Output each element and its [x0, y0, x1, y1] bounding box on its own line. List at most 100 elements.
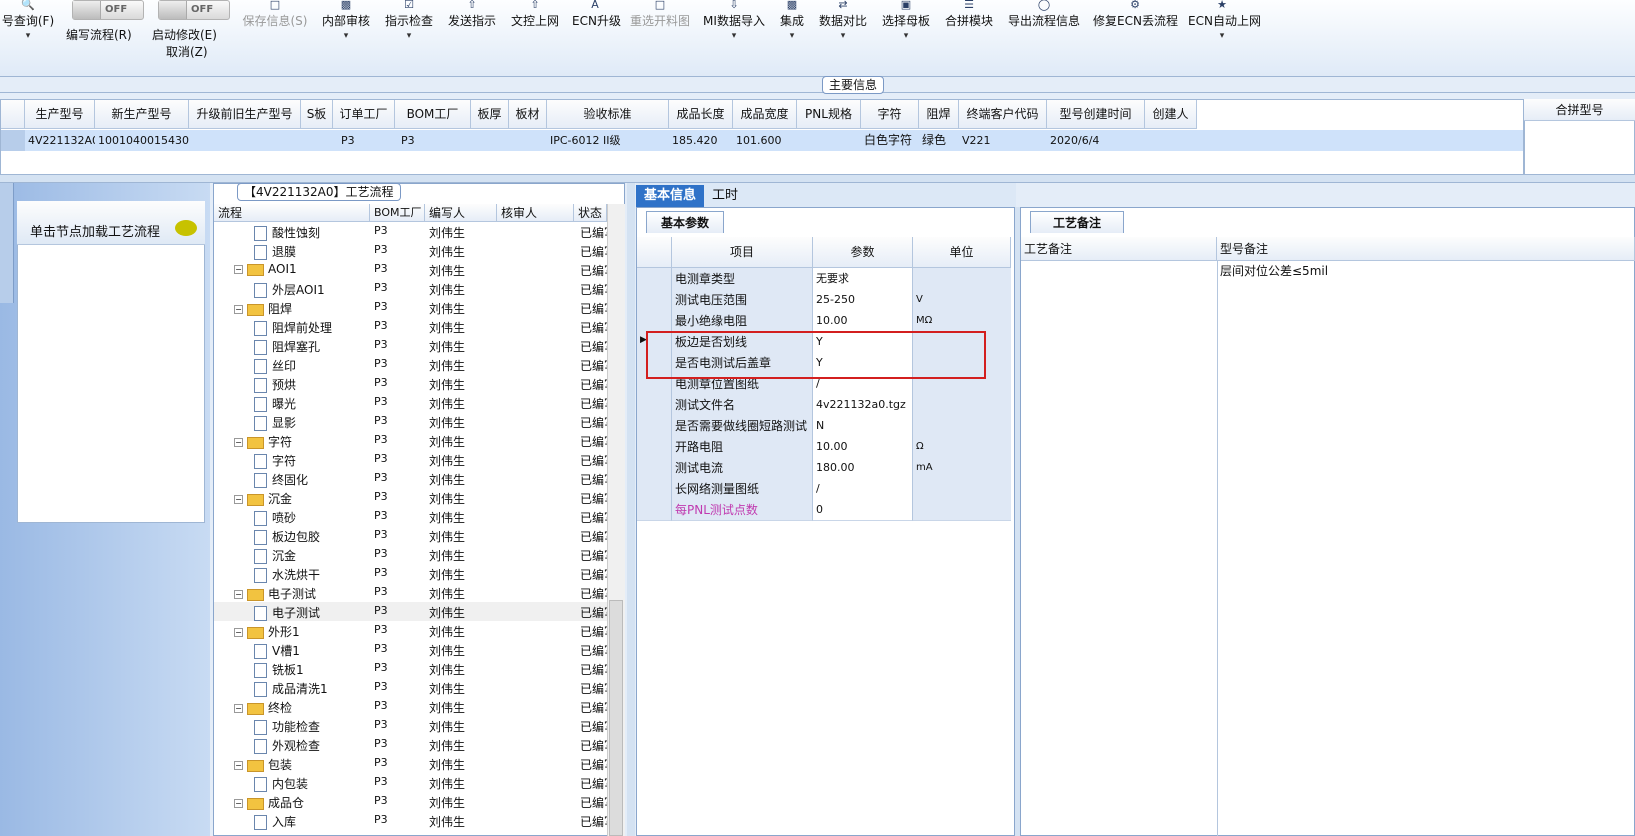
table-cell[interactable]: [189, 130, 301, 151]
save-info-button[interactable]: □ 保存信息(S): [240, 0, 310, 29]
param-value-cell[interactable]: 10.00: [813, 436, 913, 458]
table-cell[interactable]: 185.420: [669, 130, 733, 151]
collapse-icon[interactable]: −: [234, 628, 243, 637]
param-value-cell[interactable]: 4v221132a0.tgz: [813, 394, 913, 416]
edit-flow-toggle[interactable]: OFF: [72, 0, 144, 20]
tree-row[interactable]: − 包装 P3 刘伟生 已编写: [214, 754, 607, 773]
tab-work-hours[interactable]: 工时: [704, 185, 746, 207]
column-header[interactable]: 项目: [672, 237, 813, 268]
tree-row[interactable]: 丝印 P3 刘伟生 已编写: [214, 355, 607, 374]
integrate-button[interactable]: ▩ 集成 ▾: [777, 0, 807, 41]
row-header[interactable]: [637, 310, 672, 332]
column-header[interactable]: PNL规格: [797, 100, 861, 129]
collapse-icon[interactable]: −: [234, 305, 243, 314]
column-header[interactable]: S板: [301, 100, 333, 129]
column-header[interactable]: 状态: [574, 204, 607, 222]
tree-row[interactable]: 入库 P3 刘伟生 已编写: [214, 811, 607, 830]
tab-basic-params[interactable]: 基本参数: [646, 211, 725, 233]
column-header[interactable]: 流程: [214, 204, 370, 222]
tree-row[interactable]: − 成品仓 P3 刘伟生 已编写: [214, 792, 607, 811]
column-header[interactable]: 生产型号: [25, 100, 95, 129]
table-cell[interactable]: [797, 130, 861, 151]
table-cell[interactable]: [1145, 130, 1197, 151]
row-header[interactable]: [637, 499, 672, 521]
middle-splitter[interactable]: [627, 183, 635, 836]
column-header[interactable]: 阻焊: [919, 100, 959, 129]
tree-row[interactable]: 曝光 P3 刘伟生 已编写: [214, 393, 607, 412]
column-header[interactable]: BOM工厂: [370, 204, 425, 222]
tree-row[interactable]: 铣板1 P3 刘伟生 已编写: [214, 659, 607, 678]
table-cell[interactable]: 白色字符: [861, 130, 919, 151]
collapse-icon[interactable]: −: [234, 761, 243, 770]
column-header[interactable]: 成品宽度: [733, 100, 797, 129]
tree-row[interactable]: 喷砂 P3 刘伟生 已编写: [214, 507, 607, 526]
row-header[interactable]: [637, 394, 672, 416]
column-header[interactable]: 编写人: [425, 204, 497, 222]
tree-row[interactable]: 阻焊塞孔 P3 刘伟生 已编写: [214, 336, 607, 355]
export-flow-button[interactable]: ◯ 导出流程信息: [1006, 0, 1082, 29]
table-cell[interactable]: [509, 130, 547, 151]
row-header[interactable]: [637, 436, 672, 458]
table-cell[interactable]: [301, 130, 333, 151]
type-query-button[interactable]: 🔍 号查询(F) ▾: [0, 0, 60, 41]
column-header[interactable]: 核审人: [497, 204, 574, 222]
param-value-cell[interactable]: N: [813, 415, 913, 437]
param-value-cell[interactable]: /: [813, 478, 913, 500]
table-cell[interactable]: IPC-6012 II级: [547, 130, 669, 151]
tree-row[interactable]: − 终检 P3 刘伟生 已编写: [214, 697, 607, 716]
main-info-splitter[interactable]: [0, 77, 1635, 93]
tree-row[interactable]: 酸性蚀刻 P3 刘伟生 已编写: [214, 222, 607, 241]
tree-row[interactable]: 电子测试 P3 刘伟生 已编写: [214, 602, 607, 621]
table-cell[interactable]: 2020/6/4: [1047, 130, 1145, 151]
table-cell[interactable]: P3: [333, 130, 395, 151]
tree-row[interactable]: 内包装 P3 刘伟生 已编写: [214, 773, 607, 792]
param-row[interactable]: 测试文件名 4v221132a0.tgz: [637, 394, 1011, 416]
tree-row[interactable]: 沉金 P3 刘伟生 已编写: [214, 545, 607, 564]
column-header[interactable]: 成品长度: [669, 100, 733, 129]
param-row[interactable]: 长网络测量图纸 /: [637, 478, 1011, 500]
column-header[interactable]: 终端客户代码: [959, 100, 1047, 129]
collapse-icon[interactable]: −: [234, 704, 243, 713]
internal-review-button[interactable]: ▩ 内部审核 ▾: [320, 0, 372, 41]
tree-row[interactable]: − 电子测试 P3 刘伟生 已编写: [214, 583, 607, 602]
tree-row[interactable]: 阻焊前处理 P3 刘伟生 已编写: [214, 317, 607, 336]
tree-row[interactable]: 功能检查 P3 刘伟生 已编写: [214, 716, 607, 735]
column-header[interactable]: 单位: [913, 237, 1011, 268]
repair-ecn-button[interactable]: ⚙ 修复ECN丢流程: [1093, 0, 1178, 29]
tree-row[interactable]: 退膜 P3 刘伟生 已编写: [214, 241, 607, 260]
collapse-icon[interactable]: −: [234, 495, 243, 504]
left-collapse-tab[interactable]: [0, 183, 14, 303]
column-header[interactable]: 板厚: [471, 100, 509, 129]
column-header[interactable]: 板材: [509, 100, 547, 129]
param-row[interactable]: 电测章类型 无要求: [637, 268, 1011, 290]
tree-row[interactable]: − 阻焊 P3 刘伟生 已编写: [214, 298, 607, 317]
table-cell[interactable]: [471, 130, 509, 151]
tree-row[interactable]: 外层AOI1 P3 刘伟生 已编写: [214, 279, 607, 298]
tree-row[interactable]: 字符 P3 刘伟生 已编写: [214, 450, 607, 469]
tree-row[interactable]: 终固化 P3 刘伟生 已编写: [214, 469, 607, 488]
tab-basic-info[interactable]: 基本信息: [636, 185, 705, 207]
reselect-material-button[interactable]: □ 重选开料图: [628, 0, 692, 29]
param-value-cell[interactable]: 180.00: [813, 457, 913, 479]
param-value-cell[interactable]: 10.00: [813, 310, 913, 332]
table-cell[interactable]: 10010400154302: [95, 130, 189, 151]
ecn-auto-online-button[interactable]: ★ ECN自动上网 ▾: [1188, 0, 1261, 41]
column-header[interactable]: 字符: [861, 100, 919, 129]
tree-row[interactable]: 预烘 P3 刘伟生 已编写: [214, 374, 607, 393]
table-cell[interactable]: 绿色: [919, 130, 959, 151]
tree-row[interactable]: − 沉金 P3 刘伟生 已编写: [214, 488, 607, 507]
row-header[interactable]: [637, 478, 672, 500]
column-header[interactable]: 参数: [813, 237, 913, 268]
column-header[interactable]: 型号创建时间: [1047, 100, 1145, 129]
tree-row[interactable]: 水洗烘干 P3 刘伟生 已编写: [214, 564, 607, 583]
tree-row[interactable]: 成品清洗1 P3 刘伟生 已编写: [214, 678, 607, 697]
param-row[interactable]: 最小绝缘电阻 10.00 MΩ: [637, 310, 1011, 332]
send-instruction-button[interactable]: ⇧ 发送指示: [446, 0, 498, 29]
param-value-cell[interactable]: 0: [813, 499, 913, 521]
column-header[interactable]: BOM工厂: [395, 100, 471, 129]
tree-row[interactable]: 外观检查 P3 刘伟生 已编写: [214, 735, 607, 754]
cancel-button[interactable]: 取消(Z): [166, 43, 208, 60]
column-header[interactable]: 验收标准: [547, 100, 669, 129]
doc-online-button[interactable]: ⇧ 文控上网: [509, 0, 561, 29]
column-header[interactable]: 订单工厂: [333, 100, 395, 129]
